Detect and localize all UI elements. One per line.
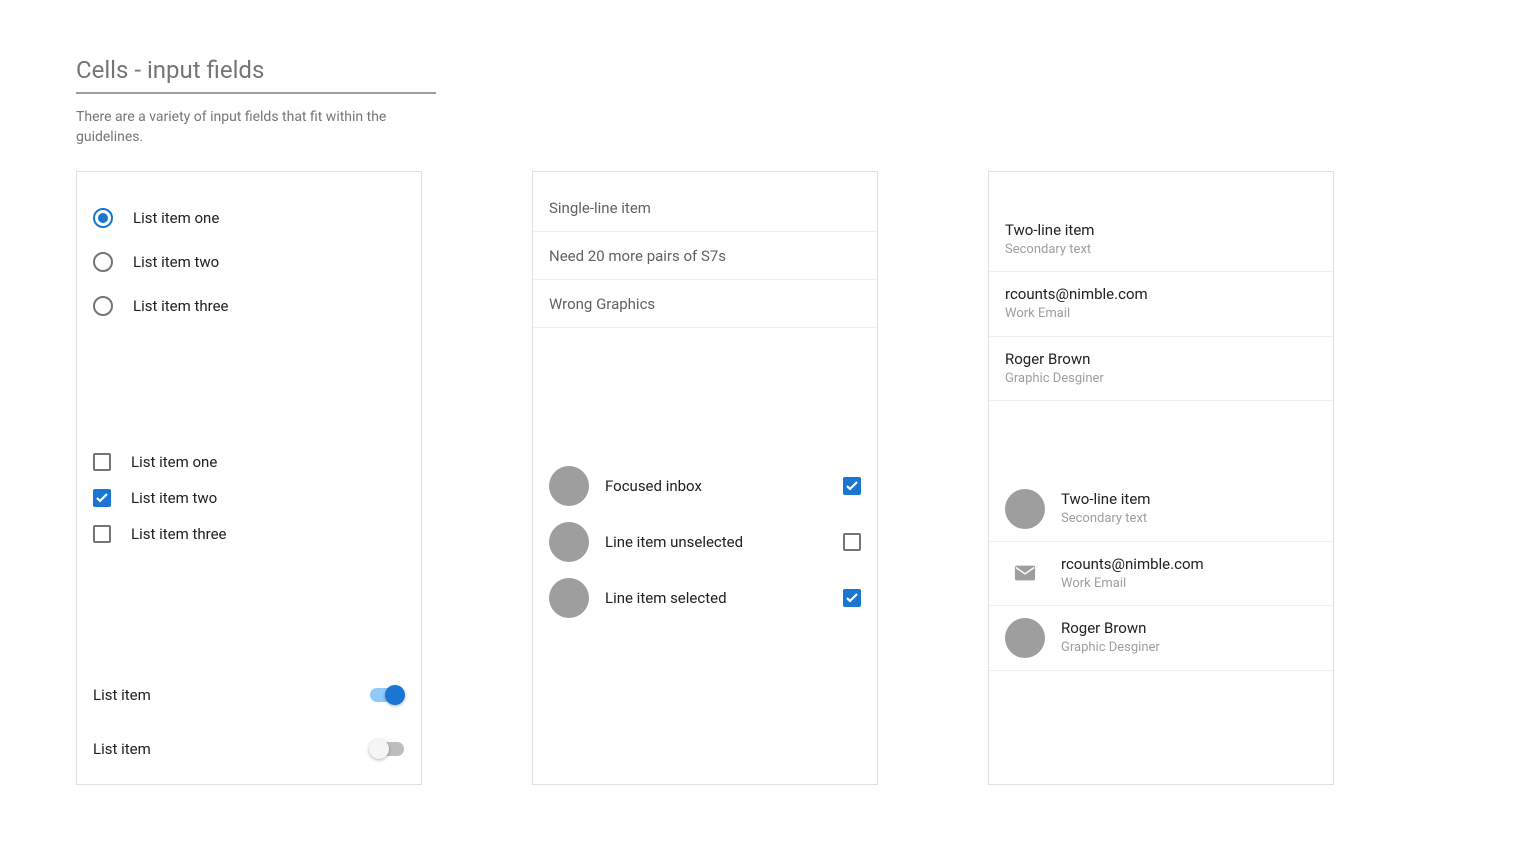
- list-item-label: Need 20 more pairs of S7s: [549, 247, 726, 265]
- radio-unchecked-icon: [93, 252, 113, 272]
- leading-icon: [1005, 564, 1045, 582]
- list-item[interactable]: Need 20 more pairs of S7s: [533, 232, 877, 280]
- checkbox-checked-icon[interactable]: [843, 477, 861, 495]
- checkbox-checked-icon[interactable]: [843, 589, 861, 607]
- radio-label: List item two: [133, 253, 219, 271]
- email-icon: [1014, 564, 1036, 582]
- switch-label: List item: [93, 686, 151, 704]
- avatar-checkbox-list: Focused inbox Line item unselected Line …: [533, 458, 877, 626]
- card-two-line: Two-line item Secondary text rcounts@nim…: [988, 171, 1334, 785]
- primary-text: rcounts@nimble.com: [1061, 554, 1317, 575]
- list-item-label: Wrong Graphics: [549, 295, 655, 313]
- secondary-text: Secondary text: [1005, 241, 1317, 259]
- secondary-text: Graphic Desginer: [1061, 639, 1317, 657]
- card-single-line: Single-line item Need 20 more pairs of S…: [532, 171, 878, 785]
- primary-text: Roger Brown: [1005, 349, 1317, 370]
- secondary-text: Work Email: [1005, 305, 1317, 323]
- avatar-icon: [549, 578, 589, 618]
- primary-text: rcounts@nimble.com: [1005, 284, 1317, 305]
- list-item[interactable]: Wrong Graphics: [533, 280, 877, 328]
- primary-text: Two-line item: [1061, 489, 1317, 510]
- two-line-item[interactable]: rcounts@nimble.com Work Email: [989, 272, 1333, 336]
- radio-checked-icon: [93, 208, 113, 228]
- page-description: There are a variety of input fields that…: [76, 108, 396, 147]
- checkbox-checked-icon: [93, 489, 111, 507]
- card-controls: List item one List item two List item th…: [76, 171, 422, 785]
- spacer: [77, 552, 421, 644]
- list-item-label: Single-line item: [549, 199, 651, 217]
- checkbox-item-2[interactable]: List item two: [93, 480, 405, 516]
- header-section: Cells - input fields There are a variety…: [76, 56, 1442, 147]
- secondary-text: Secondary text: [1061, 510, 1317, 528]
- secondary-text: Graphic Desginer: [1005, 370, 1317, 388]
- switch-item-2[interactable]: List item: [93, 722, 405, 776]
- checkbox-unchecked-icon: [93, 453, 111, 471]
- avatar-label: Line item unselected: [605, 533, 843, 551]
- avatar-icon: [549, 522, 589, 562]
- radio-unchecked-icon: [93, 296, 113, 316]
- two-line-icon-item[interactable]: Two-line item Secondary text: [989, 477, 1333, 542]
- avatar-label: Line item selected: [605, 589, 843, 607]
- checkbox-item-3[interactable]: List item three: [93, 516, 405, 552]
- spacer: [989, 401, 1333, 477]
- switch-item-1[interactable]: List item: [93, 668, 405, 722]
- secondary-text: Work Email: [1061, 575, 1317, 593]
- single-line-list: Single-line item Need 20 more pairs of S…: [533, 172, 877, 328]
- radio-item-3[interactable]: List item three: [93, 284, 405, 328]
- list-item[interactable]: Single-line item: [533, 184, 877, 232]
- avatar-icon: [1005, 618, 1045, 658]
- checkbox-label: List item three: [131, 525, 227, 543]
- switch-on-icon[interactable]: [369, 685, 405, 705]
- two-line-list: Two-line item Secondary text rcounts@nim…: [989, 172, 1333, 401]
- avatar-icon: [1005, 489, 1045, 529]
- switch-off-icon[interactable]: [369, 739, 405, 759]
- leading-icon: [1005, 618, 1045, 658]
- checkbox-unchecked-icon: [93, 525, 111, 543]
- avatar-item-1[interactable]: Focused inbox: [533, 458, 877, 514]
- leading-icon: [1005, 489, 1045, 529]
- checkbox-label: List item two: [131, 489, 217, 507]
- two-line-icon-item[interactable]: rcounts@nimble.com Work Email: [989, 542, 1333, 606]
- two-line-item[interactable]: Two-line item Secondary text: [989, 208, 1333, 272]
- two-line-item[interactable]: Roger Brown Graphic Desginer: [989, 337, 1333, 401]
- radio-label: List item three: [133, 297, 229, 315]
- spacer: [77, 328, 421, 420]
- avatar-icon: [549, 466, 589, 506]
- radio-item-1[interactable]: List item one: [93, 196, 405, 240]
- radio-label: List item one: [133, 209, 219, 227]
- avatar-item-3[interactable]: Line item selected: [533, 570, 877, 626]
- page-title: Cells - input fields: [76, 56, 436, 94]
- radio-item-2[interactable]: List item two: [93, 240, 405, 284]
- checkbox-item-1[interactable]: List item one: [93, 444, 405, 480]
- primary-text: Two-line item: [1005, 220, 1317, 241]
- spacer: [533, 328, 877, 458]
- avatar-label: Focused inbox: [605, 477, 843, 495]
- checkbox-unchecked-icon[interactable]: [843, 533, 861, 551]
- two-line-icon-item[interactable]: Roger Brown Graphic Desginer: [989, 606, 1333, 671]
- primary-text: Roger Brown: [1061, 618, 1317, 639]
- switch-label: List item: [93, 740, 151, 758]
- avatar-item-2[interactable]: Line item unselected: [533, 514, 877, 570]
- checkbox-label: List item one: [131, 453, 217, 471]
- two-line-icon-list: Two-line item Secondary text rcounts@nim…: [989, 477, 1333, 671]
- cards-row: List item one List item two List item th…: [76, 171, 1442, 785]
